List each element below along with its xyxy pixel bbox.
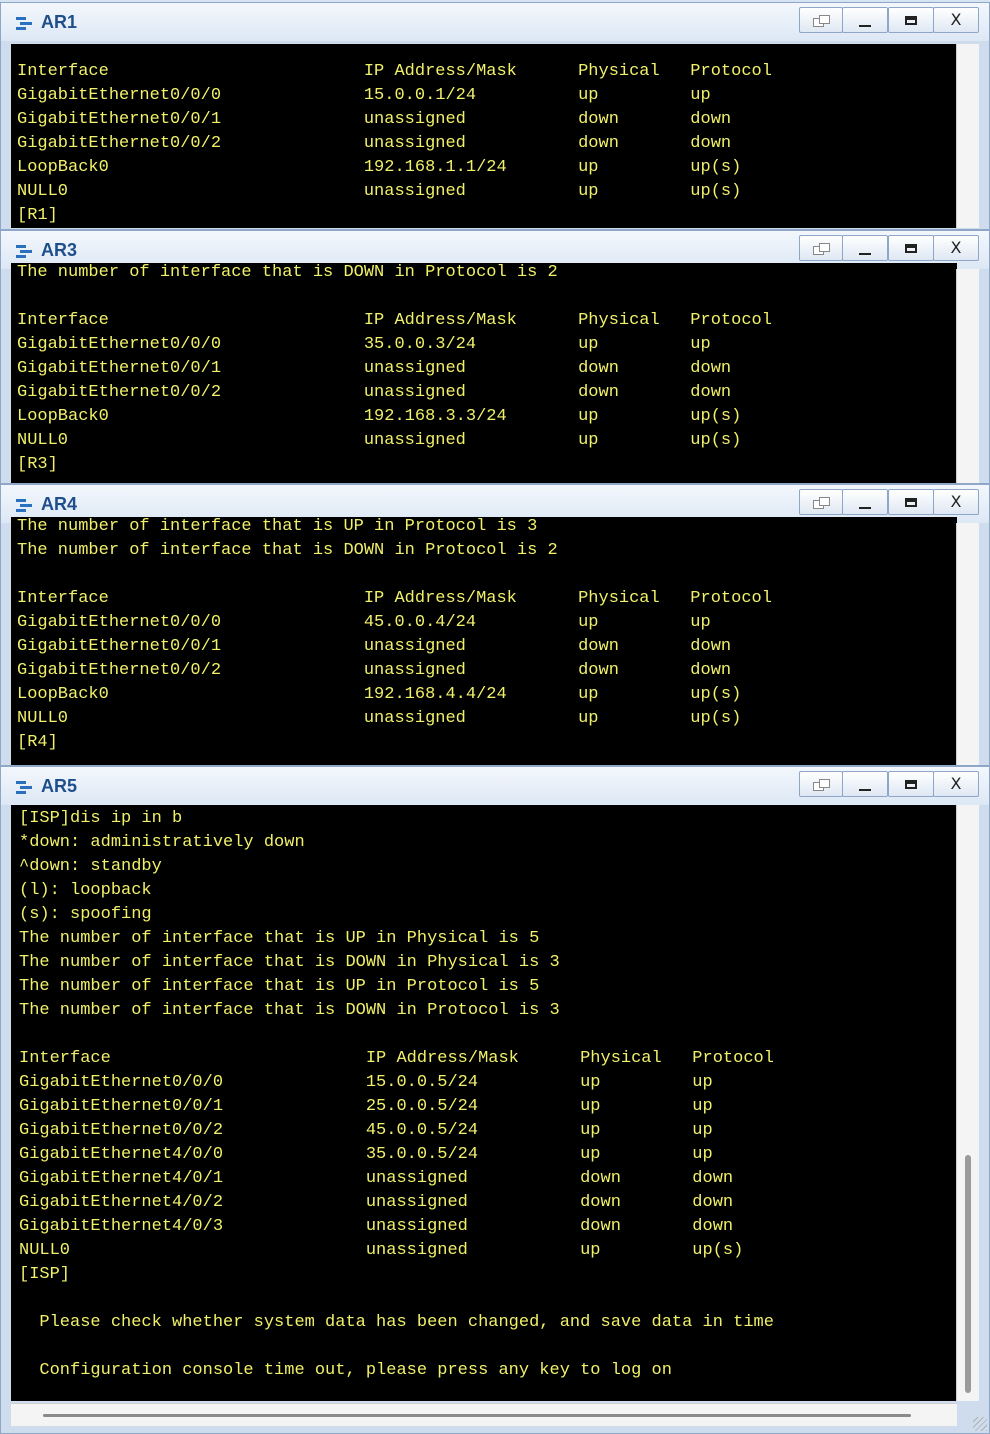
- window-title: AR3: [41, 240, 78, 260]
- router-icon: [16, 781, 32, 794]
- maximize-icon: [905, 780, 917, 789]
- vertical-scrollbar[interactable]: [956, 44, 979, 228]
- maximize-button[interactable]: [888, 771, 934, 797]
- restore-icon: [813, 496, 830, 509]
- window-title: AR1: [41, 12, 78, 32]
- terminal-text: The number of interface that is DOWN in …: [17, 263, 772, 474]
- close-button[interactable]: X: [933, 235, 979, 261]
- window-ar5: AR5 X [ISP]dis ip in b *down: administra…: [0, 766, 990, 1434]
- maximize-button[interactable]: [888, 235, 934, 261]
- terminal-output[interactable]: The number of interface that is UP in Pr…: [11, 517, 957, 765]
- maximize-button[interactable]: [888, 489, 934, 515]
- vertical-scrollbar[interactable]: [956, 269, 979, 483]
- close-button[interactable]: X: [933, 771, 979, 797]
- minimize-icon: [859, 506, 871, 509]
- router-icon: [16, 245, 32, 258]
- window-title: AR5: [41, 776, 78, 796]
- restore-icon: [813, 14, 830, 27]
- router-icon: [16, 17, 32, 30]
- vertical-scroll-thumb[interactable]: [965, 1155, 971, 1393]
- vertical-scrollbar[interactable]: [956, 523, 979, 765]
- terminal-output[interactable]: [ISP]dis ip in b *down: administratively…: [11, 805, 957, 1401]
- minimize-button[interactable]: [842, 235, 888, 261]
- minimize-icon: [859, 24, 871, 27]
- restore-button[interactable]: [799, 235, 843, 261]
- vertical-scrollbar[interactable]: [956, 805, 979, 1401]
- window-title: AR4: [41, 494, 78, 514]
- restore-button[interactable]: [799, 7, 843, 33]
- close-button[interactable]: X: [933, 489, 979, 515]
- horizontal-scroll-thumb[interactable]: [43, 1414, 911, 1417]
- minimize-button[interactable]: [842, 7, 888, 33]
- minimize-icon: [859, 788, 871, 791]
- maximize-icon: [905, 244, 917, 253]
- terminal-text: [ISP]dis ip in b *down: administratively…: [19, 809, 774, 1380]
- minimize-button[interactable]: [842, 771, 888, 797]
- restore-icon: [813, 242, 830, 255]
- maximize-icon: [905, 498, 917, 507]
- titlebar[interactable]: AR1 X: [1, 3, 989, 41]
- titlebar[interactable]: AR5 X: [1, 767, 989, 805]
- restore-button[interactable]: [799, 489, 843, 515]
- terminal-output[interactable]: The number of interface that is DOWN in …: [11, 263, 957, 483]
- restore-button[interactable]: [799, 771, 843, 797]
- resize-grip-icon[interactable]: [973, 1417, 987, 1431]
- window-ar1: AR1 X Interface IP Address/Mask Physical…: [0, 2, 990, 230]
- minimize-icon: [859, 252, 871, 255]
- terminal-text: The number of interface that is UP in Pr…: [17, 517, 772, 752]
- window-ar4: AR4 X The number of interface that is UP…: [0, 484, 990, 766]
- maximize-icon: [905, 16, 917, 25]
- window-ar3: AR3 X The number of interface that is DO…: [0, 230, 990, 484]
- restore-icon: [813, 778, 830, 791]
- terminal-text: Interface IP Address/Mask Physical Proto…: [17, 62, 772, 225]
- terminal-output[interactable]: Interface IP Address/Mask Physical Proto…: [11, 44, 957, 228]
- minimize-button[interactable]: [842, 489, 888, 515]
- close-button[interactable]: X: [933, 7, 979, 33]
- router-icon: [16, 499, 32, 512]
- maximize-button[interactable]: [888, 7, 934, 33]
- horizontal-scrollbar[interactable]: [11, 1403, 957, 1426]
